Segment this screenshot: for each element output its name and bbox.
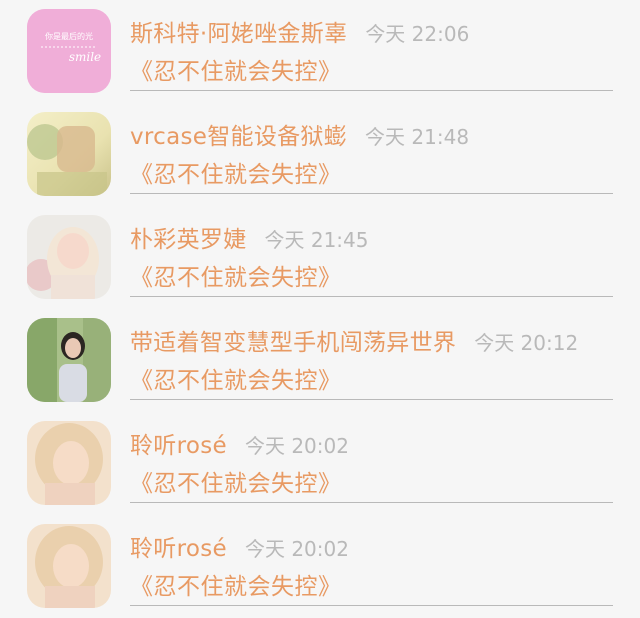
divider: [130, 296, 613, 297]
message-title[interactable]: 《忍不住就会失控》: [130, 52, 342, 86]
avatar[interactable]: [27, 421, 111, 505]
list-item[interactable]: 聆听rosé 今天 20:02 《忍不住就会失控》: [0, 515, 640, 618]
sender-name[interactable]: 聆听rosé: [130, 426, 227, 460]
sender-name[interactable]: 斯科特·阿姥唑金斯辜: [130, 14, 347, 48]
timestamp: 今天 20:02: [244, 434, 349, 458]
message-title[interactable]: 《忍不住就会失控》: [130, 155, 342, 189]
message-title[interactable]: 《忍不住就会失控》: [130, 361, 342, 395]
sender-name[interactable]: 带适着智变慧型手机闯荡异世界: [130, 323, 456, 357]
divider: [130, 502, 613, 503]
avatar-sub-text: 你是最后的光: [45, 31, 93, 41]
name-line: 朴彩英罗婕 今天 21:45: [130, 220, 369, 254]
timestamp: 今天 20:02: [244, 537, 349, 561]
sender-name[interactable]: 聆听rosé: [130, 529, 227, 563]
list-item[interactable]: 你是最后的光 smile 斯科特·阿姥唑金斯辜 今天 22:06 《忍不住就会失…: [0, 0, 640, 103]
timestamp: 今天 20:12: [474, 331, 579, 355]
name-line: 斯科特·阿姥唑金斯辜 今天 22:06: [130, 14, 469, 48]
avatar[interactable]: [27, 524, 111, 608]
sender-name[interactable]: vrcase智能设备狱蟛: [130, 117, 347, 151]
divider: [130, 90, 613, 91]
timestamp: 今天 21:45: [264, 228, 369, 252]
avatar[interactable]: [27, 112, 111, 196]
message-title[interactable]: 《忍不住就会失控》: [130, 258, 342, 292]
message-title[interactable]: 《忍不住就会失控》: [130, 567, 342, 601]
avatar[interactable]: [27, 318, 111, 402]
timestamp: 今天 22:06: [365, 22, 470, 46]
list-item[interactable]: 聆听rosé 今天 20:02 《忍不住就会失控》: [0, 412, 640, 515]
divider: [130, 399, 613, 400]
timestamp: 今天 21:48: [365, 125, 470, 149]
name-line: 聆听rosé 今天 20:02: [130, 529, 349, 563]
avatar-logo-text: smile: [69, 50, 101, 64]
name-line: 带适着智变慧型手机闯荡异世界 今天 20:12: [130, 323, 578, 357]
name-line: vrcase智能设备狱蟛 今天 21:48: [130, 117, 469, 151]
divider: [130, 193, 613, 194]
list-item[interactable]: vrcase智能设备狱蟛 今天 21:48 《忍不住就会失控》: [0, 103, 640, 206]
sender-name[interactable]: 朴彩英罗婕: [130, 220, 247, 254]
avatar[interactable]: 你是最后的光 smile: [27, 9, 111, 93]
list-item[interactable]: 带适着智变慧型手机闯荡异世界 今天 20:12 《忍不住就会失控》: [0, 309, 640, 412]
message-title[interactable]: 《忍不住就会失控》: [130, 464, 342, 498]
name-line: 聆听rosé 今天 20:02: [130, 426, 349, 460]
divider: [130, 605, 613, 606]
list-item[interactable]: 朴彩英罗婕 今天 21:45 《忍不住就会失控》: [0, 206, 640, 309]
avatar[interactable]: [27, 215, 111, 299]
message-list: 你是最后的光 smile 斯科特·阿姥唑金斯辜 今天 22:06 《忍不住就会失…: [0, 0, 640, 609]
